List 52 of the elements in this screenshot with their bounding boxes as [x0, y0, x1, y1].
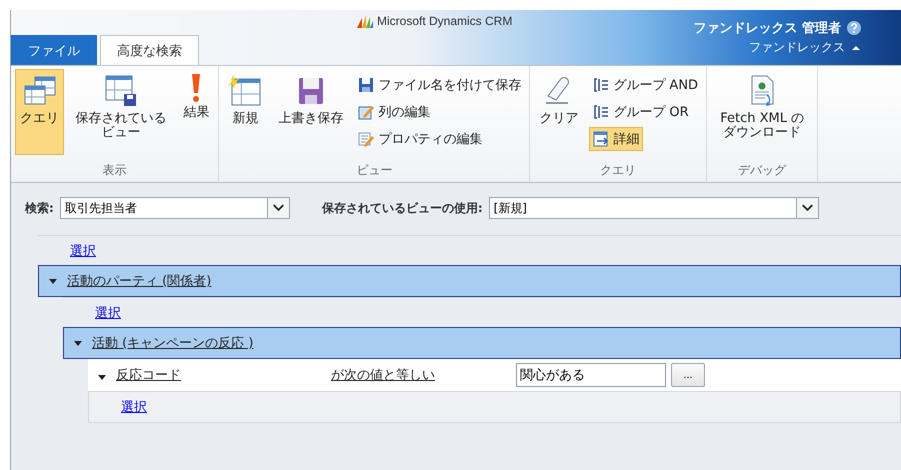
ribbon-tab[interactable]: 高度な検索 [100, 35, 199, 65]
group-label: デバッグ [737, 162, 788, 179]
value-field[interactable]: 関心がある [516, 363, 666, 387]
user-name: ファンドレックス 管理者 [693, 20, 841, 37]
dropdown-icon[interactable] [266, 198, 289, 218]
bracket-list-icon [593, 104, 610, 120]
table-save-icon [104, 74, 138, 108]
ribbon-button[interactable]: グループ OR [589, 100, 693, 124]
select-link[interactable]: 選択 [121, 398, 147, 416]
operator-link[interactable]: が次の値と等しい [331, 366, 516, 384]
saved-view-label: 保存されているビューの使用: [322, 200, 483, 216]
search-label: 検索: [25, 200, 54, 216]
collapse-icon[interactable] [851, 44, 861, 52]
entity-link[interactable]: 活動 (キャンペーンの反応 ) [92, 334, 254, 352]
ribbon-button[interactable]: 保存されているビュー [70, 69, 172, 155]
entity-row[interactable]: 活動 (キャンペーンの反応 ) [63, 327, 901, 359]
saved-view-dropdown[interactable]: [新規] [488, 197, 819, 219]
browse-button[interactable]: ... [671, 363, 705, 387]
ribbon-button[interactable]: ファイル名を付けて保存 [354, 73, 526, 97]
entity-row[interactable]: 活動のパーティ (関係者) [38, 265, 901, 297]
exclamation-icon [192, 74, 200, 102]
entity-dropdown[interactable]: 取引先担当者 [60, 197, 290, 219]
ribbon-button[interactable]: 列の編集 [354, 100, 434, 124]
new-table-icon [228, 74, 262, 108]
group-label: ビュー [355, 162, 394, 179]
ribbon-button[interactable]: プロパティの編集 [354, 127, 486, 151]
group-label: クエリ [599, 162, 638, 179]
ribbon-button[interactable]: クエリ [15, 69, 64, 155]
expanded-arrow-icon[interactable] [49, 277, 57, 285]
ribbon-button[interactable]: 詳細 [589, 127, 644, 151]
ribbon-button[interactable]: Fetch XML のダウンロード [711, 69, 814, 155]
expanded-arrow-icon[interactable] [74, 339, 82, 347]
field-link[interactable]: 反応コード [116, 366, 331, 384]
bracket-list-icon [593, 77, 610, 93]
organization-name: ファンドレックス [749, 39, 845, 56]
entity-link[interactable]: 活動のパーティ (関係者) [67, 272, 212, 290]
product-name: Microsoft Dynamics CRM [377, 14, 512, 28]
ribbon-button[interactable]: 新規 [223, 69, 268, 155]
ribbon-button[interactable]: 結果 [178, 69, 214, 155]
ribbon-button[interactable]: 上書き保存 [273, 69, 348, 155]
select-link[interactable]: 選択 [70, 242, 96, 260]
pencil-edit-icon [358, 104, 374, 120]
logo-icon [357, 14, 373, 28]
list-pencil-icon [358, 131, 374, 147]
ribbon-button[interactable]: クリア [534, 69, 584, 155]
dropdown-icon[interactable] [796, 198, 818, 218]
help-icon[interactable] [847, 21, 861, 35]
ribbon-tab[interactable]: ファイル [11, 35, 97, 65]
group-label: 表示 [102, 162, 128, 179]
select-link[interactable]: 選択 [95, 304, 121, 322]
ribbon-button[interactable]: グループ AND [589, 73, 702, 97]
expanded-arrow-icon[interactable] [98, 372, 106, 380]
